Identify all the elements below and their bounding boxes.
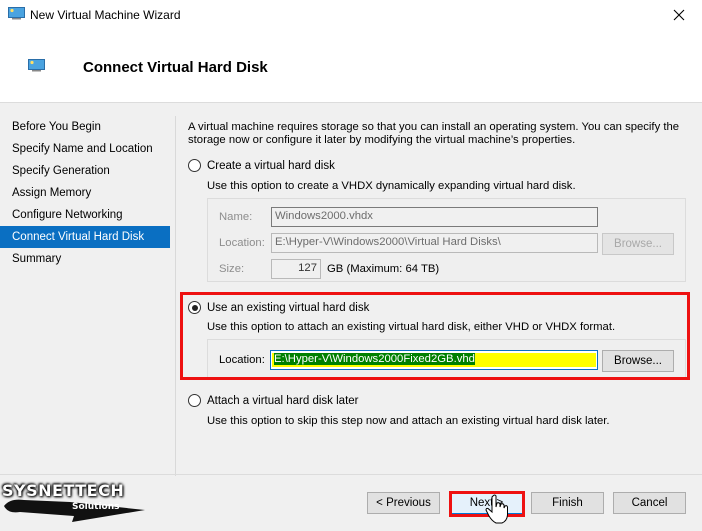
- nav-item-connect-virtual-hard-disk[interactable]: Connect Virtual Hard Disk: [0, 226, 170, 248]
- existing-browse-button[interactable]: Browse...: [602, 350, 674, 372]
- virtual-machine-icon: [28, 59, 45, 72]
- page-title: Connect Virtual Hard Disk: [83, 59, 268, 76]
- existing-location-field[interactable]: E:\Hyper-V\Windows2000Fixed2GB.vhd: [270, 350, 598, 370]
- cancel-button[interactable]: Cancel: [613, 492, 686, 514]
- create-browse-button[interactable]: Browse...: [602, 233, 674, 255]
- watermark-sub: Solutions: [72, 502, 120, 512]
- footer-divider: [0, 474, 702, 475]
- create-vhd-radio[interactable]: [188, 159, 201, 172]
- later-vhd-radio[interactable]: [188, 394, 201, 407]
- existing-vhd-description: Use this option to attach an existing vi…: [207, 321, 616, 333]
- wizard-steps-nav: Before You Begin Specify Name and Locati…: [0, 116, 170, 270]
- later-vhd-label: Attach a virtual hard disk later: [207, 394, 359, 407]
- size-unit-label: GB (Maximum: 64 TB): [327, 263, 440, 275]
- size-field[interactable]: 127: [271, 259, 321, 279]
- later-vhd-radio-option[interactable]: Attach a virtual hard disk later: [188, 394, 359, 407]
- create-vhd-description: Use this option to create a VHDX dynamic…: [207, 180, 576, 192]
- create-vhd-label: Create a virtual hard disk: [207, 159, 335, 172]
- existing-vhd-label: Use an existing virtual hard disk: [207, 301, 370, 314]
- existing-vhd-radio[interactable]: [188, 301, 201, 314]
- nav-item-summary[interactable]: Summary: [0, 248, 170, 270]
- nav-item-assign-memory[interactable]: Assign Memory: [0, 182, 170, 204]
- nav-item-specify-generation[interactable]: Specify Generation: [0, 160, 170, 182]
- nav-item-configure-networking[interactable]: Configure Networking: [0, 204, 170, 226]
- watermark-logo: SYSNETTECH Solutions: [0, 478, 180, 528]
- window-title: New Virtual Machine Wizard: [30, 8, 181, 22]
- intro-text: A virtual machine requires storage so th…: [188, 121, 680, 146]
- later-vhd-description: Use this option to skip this step now an…: [207, 415, 610, 427]
- name-field[interactable]: Windows2000.vhdx: [271, 207, 598, 227]
- next-button[interactable]: Next >: [450, 492, 523, 514]
- existing-location-value: E:\Hyper-V\Windows2000Fixed2GB.vhd: [274, 353, 475, 365]
- create-location-field[interactable]: E:\Hyper-V\Windows2000\Virtual Hard Disk…: [271, 233, 598, 253]
- close-icon: [673, 9, 685, 21]
- size-label: Size:: [219, 263, 245, 275]
- name-label: Name:: [219, 211, 253, 223]
- finish-button[interactable]: Finish: [531, 492, 604, 514]
- previous-button[interactable]: < Previous: [367, 492, 440, 514]
- title-bar: New Virtual Machine Wizard: [0, 0, 702, 30]
- watermark-brand: SYSNETTECH: [2, 481, 125, 500]
- nav-item-before-you-begin[interactable]: Before You Begin: [0, 116, 170, 138]
- wizard-header: Connect Virtual Hard Disk: [0, 30, 702, 103]
- existing-location-label: Location:: [219, 354, 265, 366]
- nav-item-specify-name-location[interactable]: Specify Name and Location: [0, 138, 170, 160]
- virtual-machine-icon: [8, 7, 25, 20]
- existing-vhd-radio-option[interactable]: Use an existing virtual hard disk: [188, 301, 369, 314]
- create-location-label: Location:: [219, 237, 265, 249]
- selected-text-highlight: E:\Hyper-V\Windows2000Fixed2GB.vhd: [272, 353, 596, 367]
- close-button[interactable]: [656, 0, 702, 30]
- content-area: A virtual machine requires storage so th…: [188, 121, 693, 147]
- nav-divider: [175, 116, 176, 476]
- create-vhd-radio-option[interactable]: Create a virtual hard disk: [188, 159, 335, 172]
